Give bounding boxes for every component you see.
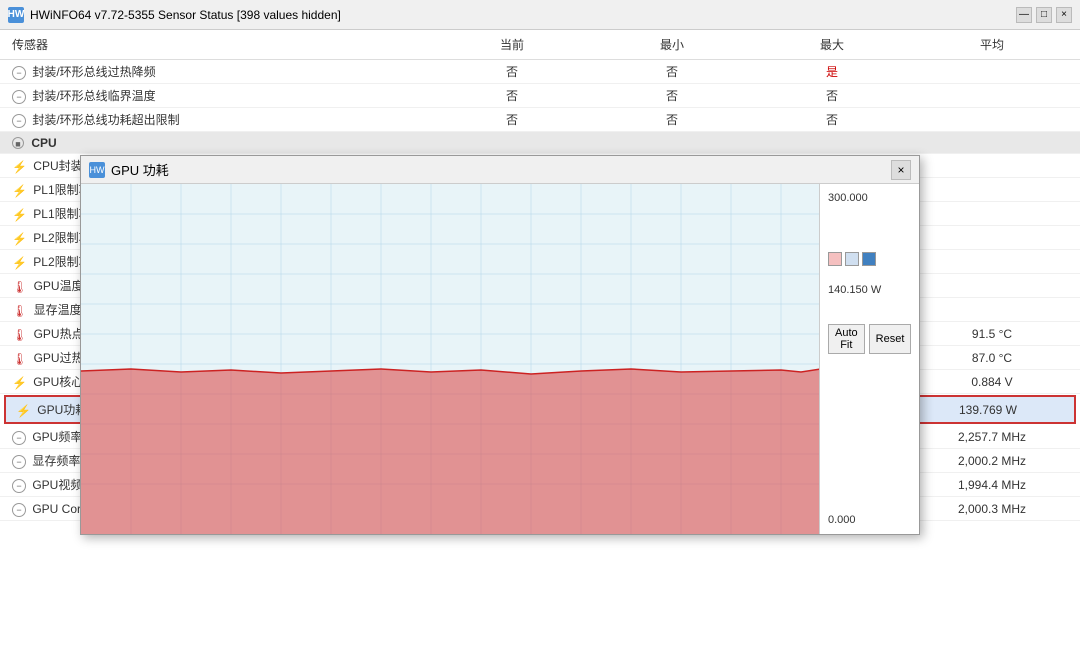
col-avg: 平均 bbox=[912, 34, 1072, 55]
auto-fit-button[interactable]: Auto Fit bbox=[828, 324, 865, 354]
max-value: 是 bbox=[752, 62, 912, 81]
col-sensor: 传感器 bbox=[8, 34, 432, 55]
avg-value bbox=[912, 309, 1072, 311]
gpu-power-chart-popup: HW GPU 功耗 × bbox=[80, 155, 920, 535]
lightning-icon: ⚡ bbox=[12, 184, 27, 198]
chart-sidebar: 300.000 140.150 W Auto Fit Reset 0.000 bbox=[819, 184, 919, 534]
min-value: 否 bbox=[592, 86, 752, 105]
chart-area bbox=[81, 184, 819, 534]
current-value: 否 bbox=[432, 110, 592, 129]
app-icon: HW bbox=[8, 7, 24, 23]
table-row[interactable]: − 封装/环形总线功耗超出限制 否 否 否 bbox=[0, 108, 1080, 132]
main-window: HW HWiNFO64 v7.72-5355 Sensor Status [39… bbox=[0, 0, 1080, 646]
chart-button-row: Auto Fit Reset bbox=[828, 324, 911, 354]
avg-value bbox=[912, 165, 1072, 167]
avg-value bbox=[912, 71, 1072, 73]
lightning-icon: ⚡ bbox=[12, 160, 27, 174]
section-header-cpu: ■ CPU bbox=[0, 132, 1080, 154]
lightning-icon: ⚡ bbox=[12, 376, 27, 390]
current-value: 否 bbox=[432, 86, 592, 105]
avg-value bbox=[912, 285, 1072, 287]
sensor-label: − 封装/环形总线功耗超出限制 bbox=[8, 110, 432, 129]
chart-y-max: 300.000 bbox=[828, 192, 911, 204]
minus-circle-icon: − bbox=[12, 66, 26, 80]
title-bar: HW HWiNFO64 v7.72-5355 Sensor Status [39… bbox=[0, 0, 1080, 30]
avg-value bbox=[912, 213, 1072, 215]
lightning-icon: ⚡ bbox=[12, 208, 27, 222]
section-avg bbox=[912, 142, 1072, 144]
avg-value: 139.769 W bbox=[908, 402, 1068, 418]
chart-svg bbox=[81, 184, 819, 534]
popup-title: GPU 功耗 bbox=[111, 160, 169, 179]
popup-titlebar: HW GPU 功耗 × bbox=[81, 156, 919, 184]
avg-value bbox=[912, 95, 1072, 97]
thermometer-icon: 🌡 bbox=[12, 352, 27, 366]
table-row[interactable]: − 封装/环形总线临界温度 否 否 否 bbox=[0, 84, 1080, 108]
avg-value: 87.0 °C bbox=[912, 350, 1072, 366]
minus-circle-icon: − bbox=[12, 503, 26, 517]
avg-value bbox=[912, 119, 1072, 121]
lightning-icon: ⚡ bbox=[16, 404, 31, 418]
min-value: 否 bbox=[592, 110, 752, 129]
avg-value: 0.884 V bbox=[912, 374, 1072, 390]
title-bar-left: HW HWiNFO64 v7.72-5355 Sensor Status [39… bbox=[8, 7, 341, 23]
section-label: ■ CPU bbox=[8, 135, 432, 151]
table-header: 传感器 当前 最小 最大 平均 bbox=[0, 30, 1080, 60]
max-value: 否 bbox=[752, 110, 912, 129]
popup-close-button[interactable]: × bbox=[891, 160, 911, 180]
window-controls: — □ × bbox=[1016, 7, 1072, 23]
avg-value: 91.5 °C bbox=[912, 326, 1072, 342]
section-current bbox=[432, 142, 592, 144]
min-value: 否 bbox=[592, 62, 752, 81]
lightning-icon: ⚡ bbox=[12, 256, 27, 270]
sensor-label: − 封装/环形总线过热降频 bbox=[8, 62, 432, 81]
minus-circle-icon: − bbox=[12, 90, 26, 104]
thermometer-icon: 🌡 bbox=[12, 280, 27, 294]
maximize-button[interactable]: □ bbox=[1036, 7, 1052, 23]
section-icon: ■ bbox=[12, 137, 24, 149]
popup-body: 300.000 140.150 W Auto Fit Reset 0.000 bbox=[81, 184, 919, 534]
avg-value: 2,257.7 MHz bbox=[912, 429, 1072, 445]
max-value: 否 bbox=[752, 86, 912, 105]
color-box-blue bbox=[862, 252, 876, 266]
col-min: 最小 bbox=[592, 34, 752, 55]
avg-value: 2,000.3 MHz bbox=[912, 501, 1072, 517]
color-box-pink bbox=[828, 252, 842, 266]
chart-y-min: 0.000 bbox=[820, 514, 919, 526]
minimize-button[interactable]: — bbox=[1016, 7, 1032, 23]
avg-value bbox=[912, 261, 1072, 263]
thermometer-icon: 🌡 bbox=[12, 328, 27, 342]
minus-circle-icon: − bbox=[12, 455, 26, 469]
color-box-lightblue bbox=[845, 252, 859, 266]
popup-app-icon: HW bbox=[89, 162, 105, 178]
col-max: 最大 bbox=[752, 34, 912, 55]
lightning-icon: ⚡ bbox=[12, 232, 27, 246]
col-current: 当前 bbox=[432, 34, 592, 55]
avg-value: 1,994.4 MHz bbox=[912, 477, 1072, 493]
minus-circle-icon: − bbox=[12, 479, 26, 493]
thermometer-icon: 🌡 bbox=[12, 304, 27, 318]
popup-title-left: HW GPU 功耗 bbox=[89, 160, 169, 179]
minus-circle-icon: − bbox=[12, 114, 26, 128]
avg-value: 2,000.2 MHz bbox=[912, 453, 1072, 469]
table-row[interactable]: − 封装/环形总线过热降频 否 否 是 bbox=[0, 60, 1080, 84]
reset-button[interactable]: Reset bbox=[869, 324, 912, 354]
chart-color-legend bbox=[828, 252, 911, 266]
avg-value bbox=[912, 189, 1072, 191]
avg-value bbox=[912, 237, 1072, 239]
current-value: 否 bbox=[432, 62, 592, 81]
section-max bbox=[752, 142, 912, 144]
section-min bbox=[592, 142, 752, 144]
minus-circle-icon: − bbox=[12, 431, 26, 445]
sensor-label: − 封装/环形总线临界温度 bbox=[8, 86, 432, 105]
chart-y-mid: 140.150 W bbox=[828, 284, 911, 296]
window-title: HWiNFO64 v7.72-5355 Sensor Status [398 v… bbox=[30, 8, 341, 22]
close-button[interactable]: × bbox=[1056, 7, 1072, 23]
